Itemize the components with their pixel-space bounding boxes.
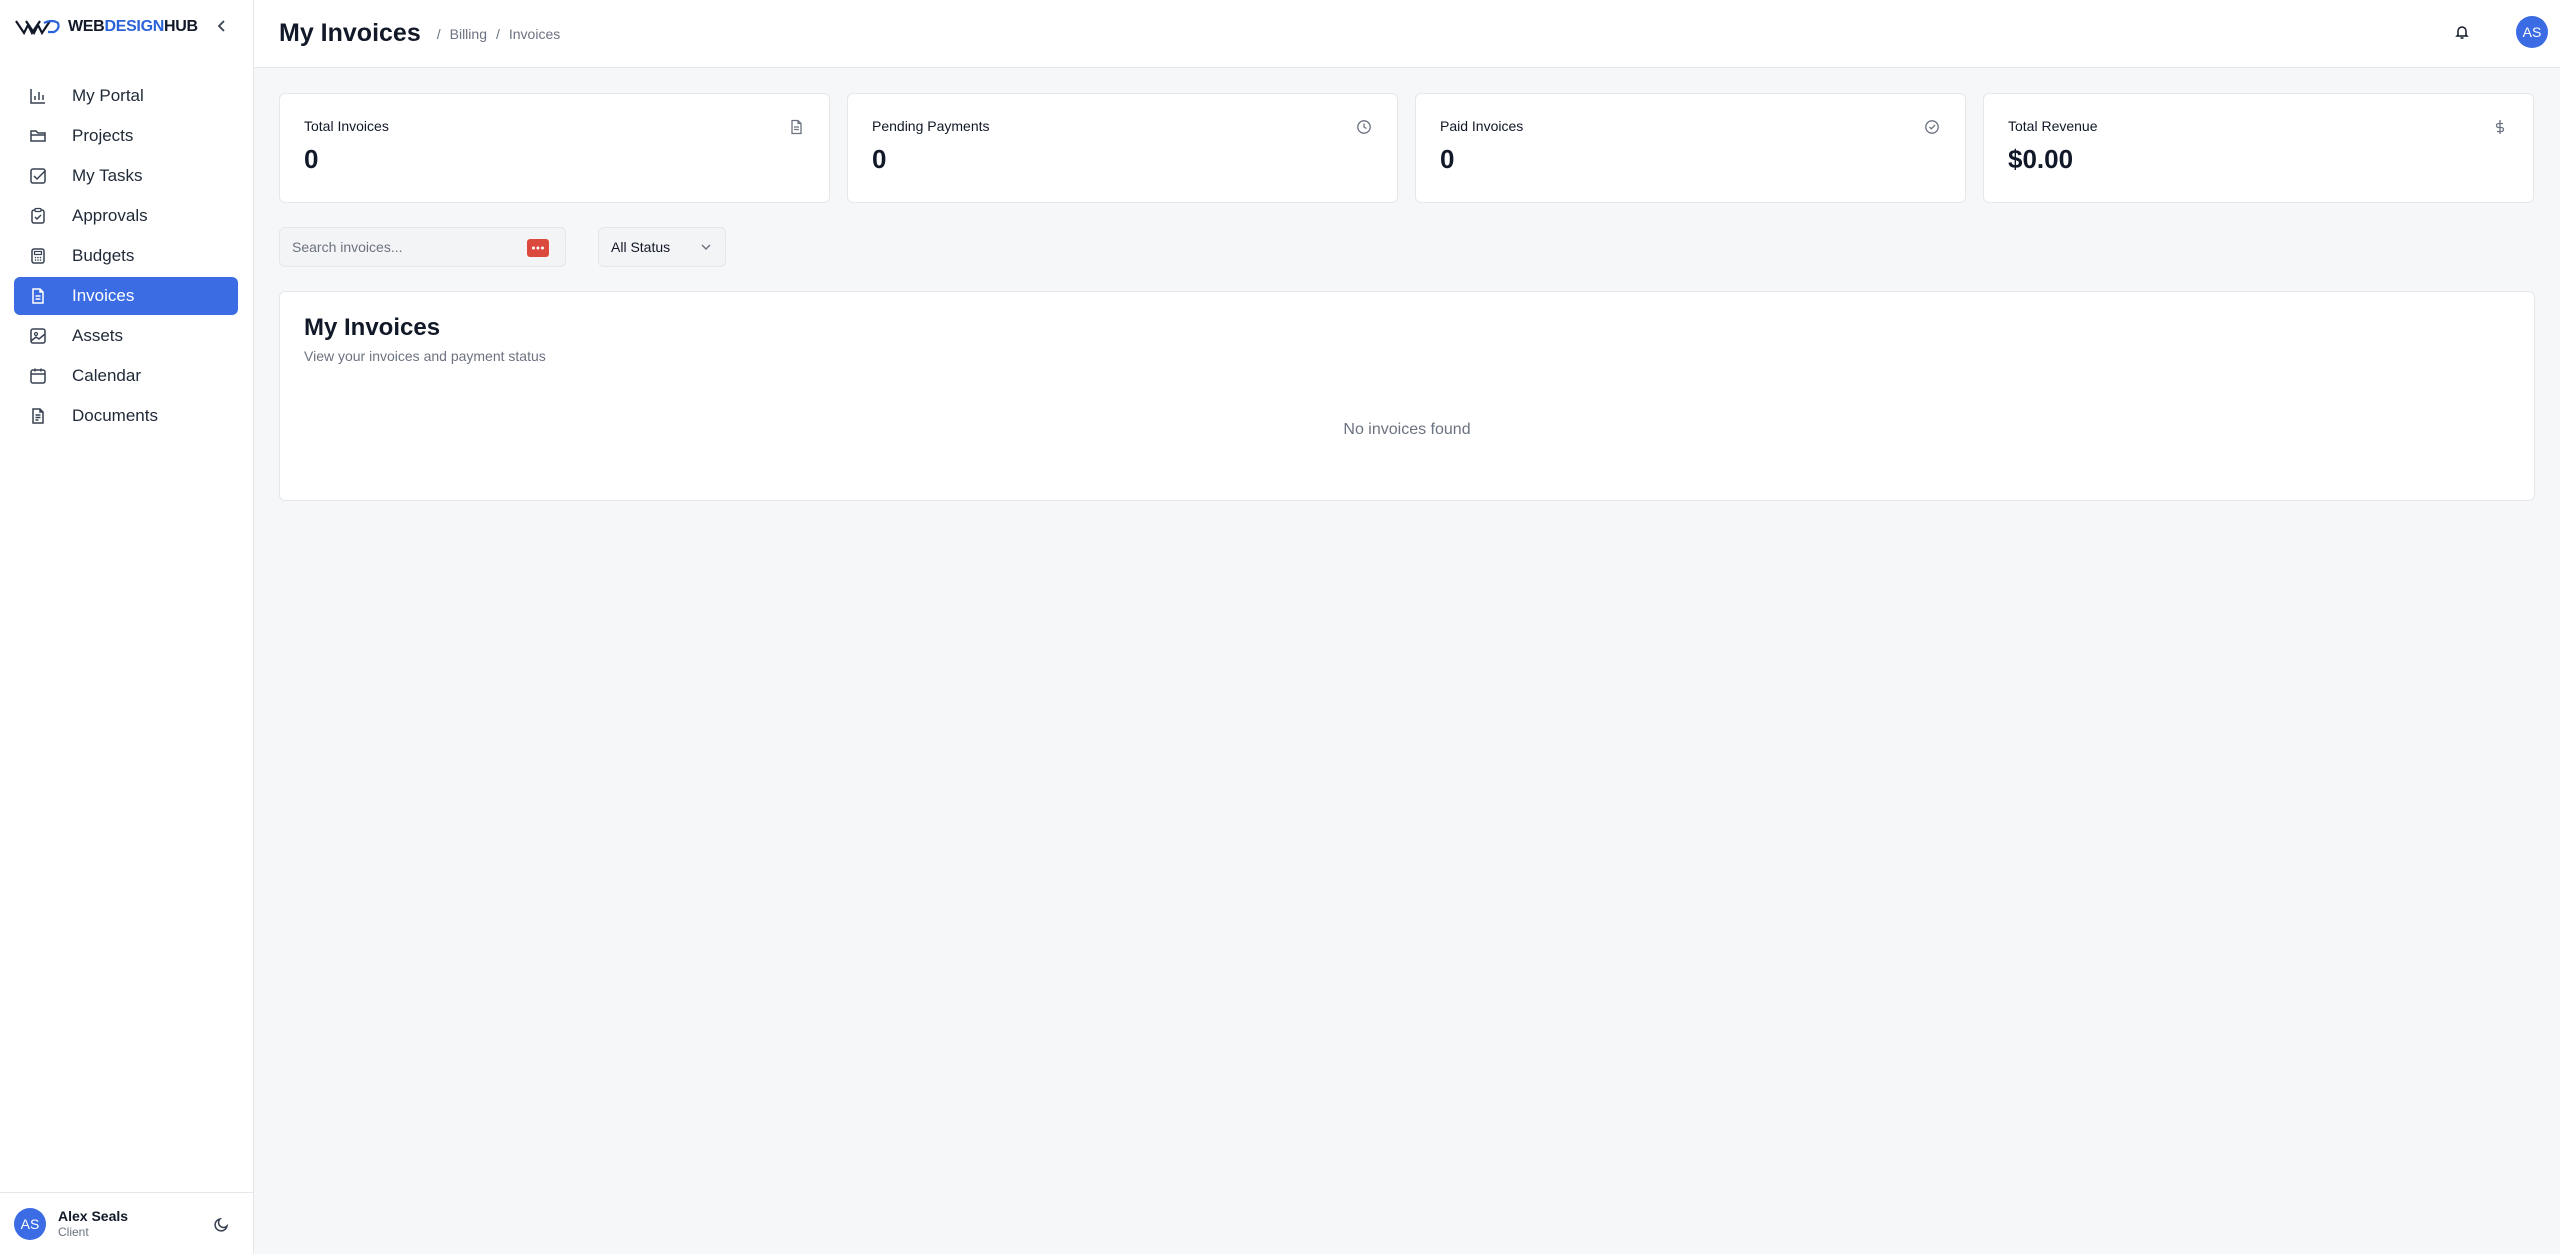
top-header: My Invoices / Billing / Invoices AS <box>254 0 2560 68</box>
sidebar-item-my-tasks[interactable]: My Tasks <box>14 157 238 195</box>
breadcrumb-billing[interactable]: Billing <box>450 26 487 42</box>
breadcrumb-separator: / <box>495 25 500 42</box>
sidebar-item-approvals[interactable]: Approvals <box>14 197 238 235</box>
search-box <box>279 227 566 267</box>
breadcrumb: / Billing / Invoices <box>437 26 561 42</box>
status-filter-select[interactable]: All Status <box>598 227 726 267</box>
main-content: Total Invoices 0 Pending Payments 0 Paid… <box>279 93 2535 501</box>
stat-value: 0 <box>872 144 887 174</box>
brand-mark-icon <box>15 19 60 36</box>
breadcrumb-invoices[interactable]: Invoices <box>509 26 560 42</box>
sidebar-item-label: Budgets <box>72 246 135 265</box>
sidebar: WEBDESIGNHUB My Portal Projects My Tasks… <box>0 0 254 1254</box>
breadcrumb-separator: / <box>436 25 441 42</box>
checkbox-icon <box>28 166 48 186</box>
check-circle-icon <box>1923 118 1941 136</box>
stat-label: Pending Payments <box>872 118 990 134</box>
page-title: My Invoices <box>279 19 421 47</box>
stat-label: Total Invoices <box>304 118 389 134</box>
search-input[interactable] <box>280 228 565 266</box>
stat-card-total-revenue: Total Revenue $0.00 <box>1983 93 2534 203</box>
document-icon <box>28 406 48 426</box>
sidebar-item-calendar[interactable]: Calendar <box>14 357 238 395</box>
avatar[interactable]: AS <box>14 1207 46 1240</box>
sidebar-item-label: Assets <box>72 326 124 345</box>
brand-logo[interactable]: WEBDESIGNHUB <box>14 17 198 37</box>
password-manager-icon[interactable] <box>527 239 549 257</box>
chevron-down-icon <box>701 244 711 250</box>
sidebar-item-invoices[interactable]: Invoices <box>14 277 238 315</box>
app-root: WEBDESIGNHUB My Portal Projects My Tasks… <box>0 0 2560 1254</box>
stat-card-pending-payments: Pending Payments 0 <box>847 93 1398 203</box>
status-filter-value: All Status <box>611 239 671 255</box>
sidebar-item-label: Approvals <box>72 206 148 225</box>
brand-name: WEBDESIGNHUB <box>68 18 198 35</box>
sidebar-item-my-portal[interactable]: My Portal <box>14 77 238 115</box>
sidebar-nav: My Portal Projects My Tasks Approvals Bu… <box>14 77 238 437</box>
collapse-sidebar-button[interactable] <box>210 14 234 38</box>
dollar-icon <box>2491 118 2509 136</box>
stat-label: Paid Invoices <box>1440 118 1524 134</box>
sidebar-item-label: My Portal <box>72 86 144 105</box>
user-meta: Alex Seals Client <box>58 1208 128 1239</box>
file-icon <box>787 118 805 136</box>
sidebar-item-label: Projects <box>72 126 134 145</box>
sidebar-item-assets[interactable]: Assets <box>14 317 238 355</box>
panel-subtitle: View your invoices and payment status <box>304 348 546 364</box>
stat-value: 0 <box>1440 144 1455 174</box>
image-icon <box>28 326 48 346</box>
stat-card-paid-invoices: Paid Invoices 0 <box>1415 93 1966 203</box>
calculator-icon <box>28 246 48 266</box>
stat-value: $0.00 <box>2008 144 2074 174</box>
notifications-button[interactable] <box>2450 20 2474 44</box>
sidebar-item-documents[interactable]: Documents <box>14 397 238 435</box>
invoices-panel: My Invoices View your invoices and payme… <box>279 291 2535 501</box>
stats-row: Total Invoices 0 Pending Payments 0 Paid… <box>279 93 2535 203</box>
file-text-icon <box>28 286 48 306</box>
sidebar-item-label: Documents <box>72 406 158 425</box>
header-avatar[interactable]: AS <box>2516 16 2548 48</box>
stat-value: 0 <box>304 144 319 174</box>
sidebar-item-label: Calendar <box>72 366 141 385</box>
stat-card-total-invoices: Total Invoices 0 <box>279 93 830 203</box>
filters-row: All Status <box>279 227 2535 267</box>
sidebar-item-label: Invoices <box>72 286 135 305</box>
panel-title: My Invoices <box>304 314 441 341</box>
user-role: Client <box>58 1224 89 1239</box>
user-name: Alex Seals <box>58 1207 129 1224</box>
moon-icon <box>214 1217 229 1232</box>
chevron-left-icon <box>217 20 225 32</box>
clock-icon <box>1355 118 1373 136</box>
stat-label: Total Revenue <box>2008 118 2098 134</box>
sidebar-item-projects[interactable]: Projects <box>14 117 238 155</box>
folder-icon <box>28 126 48 146</box>
logo-row: WEBDESIGNHUB <box>0 0 253 54</box>
theme-toggle-button[interactable] <box>210 1212 234 1236</box>
empty-state-message: No invoices found <box>1343 421 1471 438</box>
calendar-icon <box>28 366 48 386</box>
clipboard-check-icon <box>28 206 48 226</box>
bell-icon <box>2455 26 2469 39</box>
sidebar-item-budgets[interactable]: Budgets <box>14 237 238 275</box>
bar-chart-icon <box>28 86 48 106</box>
sidebar-item-label: My Tasks <box>72 166 143 185</box>
user-footer: AS Alex Seals Client <box>0 1192 253 1254</box>
